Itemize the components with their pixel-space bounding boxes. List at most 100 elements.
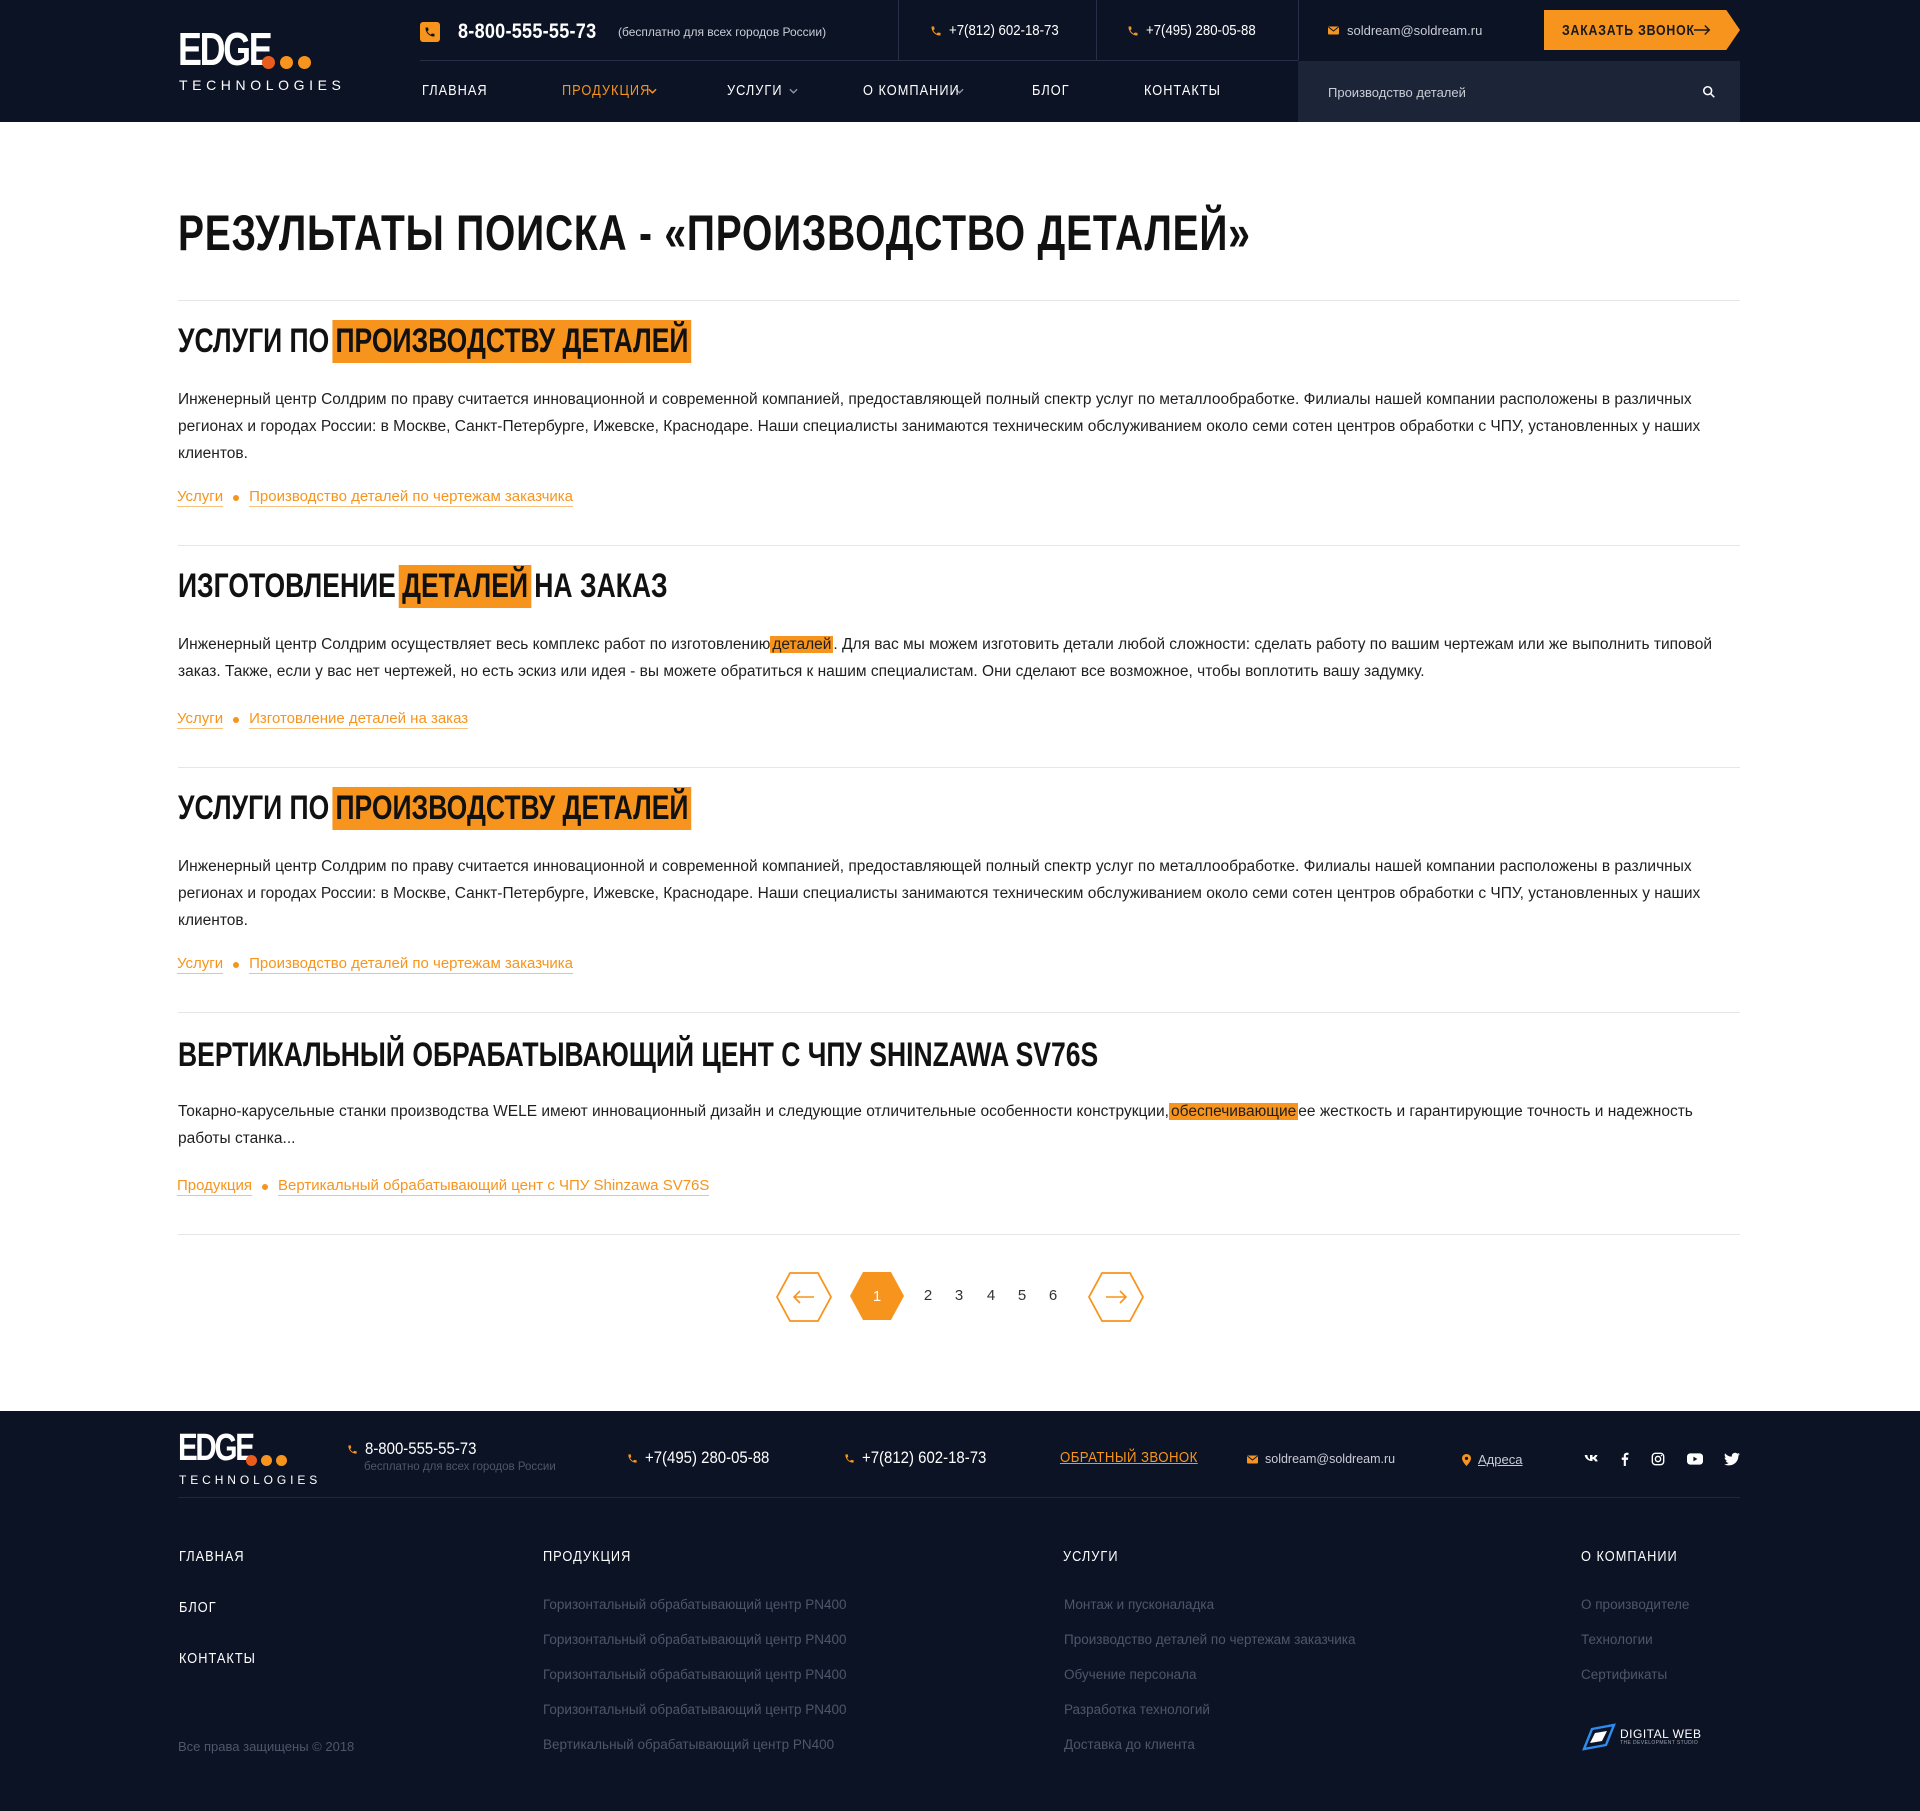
- vk-icon[interactable]: [1584, 1452, 1600, 1466]
- logo[interactable]: EDGE TECHNOLOGIES: [178, 26, 341, 96]
- header-divider-horizontal: [420, 60, 1298, 61]
- prev-page-button[interactable]: [775, 1272, 833, 1322]
- result-breadcrumb: Услуги Производство деталей по чертежам …: [177, 955, 574, 974]
- divider: [178, 545, 1740, 546]
- nav-label: КОНТАКТЫ: [1144, 82, 1221, 99]
- header-divider: [1096, 0, 1097, 60]
- footer-logo[interactable]: EDGE TECHNOLOGIES: [178, 1429, 317, 1489]
- page-link[interactable]: 4: [984, 1287, 998, 1304]
- breadcrumb-link[interactable]: Изготовление деталей на заказ: [249, 710, 469, 729]
- arrow-right-icon: [1694, 24, 1711, 36]
- nav-label: О КОМПАНИИ: [863, 82, 960, 99]
- page-title: РЕЗУЛЬТАТЫ ПОИСКА - «ПРОИЗВОДСТВО ДЕТАЛЕ…: [178, 205, 1251, 261]
- breadcrumb-separator: [233, 961, 240, 968]
- copyright: Все права защищены © 2018: [178, 1739, 355, 1754]
- footer-heading-products[interactable]: ПРОДУКЦИЯ: [543, 1548, 631, 1565]
- page-current[interactable]: 1: [850, 1272, 904, 1320]
- result-title[interactable]: УСЛУГИ ПО ПРОИЗВОДСТВУ ДЕТАЛЕЙ: [178, 787, 695, 830]
- footer-service-link[interactable]: Доставка до клиента: [1064, 1737, 1195, 1752]
- youtube-icon[interactable]: [1687, 1452, 1703, 1466]
- header-email[interactable]: soldream@soldream.ru: [1328, 23, 1482, 38]
- footer-link-home[interactable]: ГЛАВНАЯ: [179, 1548, 245, 1565]
- result-title-text: УСЛУГИ ПО: [178, 789, 330, 827]
- footer-phone-msk[interactable]: +7(495) 280-05-88: [627, 1448, 786, 1468]
- arrow-left-icon: [775, 1272, 833, 1322]
- footer-phone-number: 8-800-555-55-73: [365, 1439, 477, 1458]
- header-phone-spb[interactable]: +7(812) 602-18-73: [930, 22, 1074, 39]
- nav-item-contacts[interactable]: КОНТАКТЫ: [1144, 82, 1235, 99]
- footer-service-link[interactable]: Производство деталей по чертежам заказчи…: [1064, 1632, 1356, 1647]
- footer-service-link[interactable]: Обучение персонала: [1064, 1667, 1197, 1682]
- footer-service-link[interactable]: Разработка технологий: [1064, 1702, 1210, 1717]
- result-title-text: ВЕРТИКАЛЬНЫЙ ОБРАБАТЫВАЮЩИЙ ЦЕНТ С ЧПУ S…: [178, 1036, 1099, 1074]
- result-snippet: Инженерный центр Солдрим по праву считае…: [178, 858, 1701, 929]
- breadcrumb-link[interactable]: Продукция: [177, 1177, 253, 1196]
- footer-callback-link[interactable]: ОБРАТНЫЙ ЗВОНОК: [1060, 1449, 1217, 1466]
- footer-main-phone[interactable]: 8-800-555-55-73: [347, 1439, 492, 1459]
- nav-label: БЛОГ: [1032, 82, 1070, 99]
- main-phone-note: (бесплатно для всех городов России): [618, 25, 827, 39]
- footer-product-link[interactable]: Вертикальный обрабатывающий центр PN400: [543, 1737, 834, 1752]
- footer-product-link[interactable]: Горизонтальный обрабатывающий центр PN40…: [543, 1667, 847, 1682]
- breadcrumb-link[interactable]: Услуги: [177, 955, 224, 974]
- order-call-button[interactable]: ЗАКАЗАТЬ ЗВОНОК: [1544, 10, 1740, 50]
- twitter-icon[interactable]: [1724, 1452, 1740, 1466]
- nav-item-blog[interactable]: БЛОГ: [1032, 82, 1076, 99]
- breadcrumb-link[interactable]: Вертикальный обрабатывающий цент с ЧПУ S…: [278, 1177, 710, 1196]
- site-footer: EDGE TECHNOLOGIES 8-800-555-55-73 беспла…: [0, 1411, 1920, 1811]
- search-icon[interactable]: [1702, 85, 1716, 99]
- breadcrumb-link[interactable]: Услуги: [177, 710, 224, 729]
- footer-product-link[interactable]: Горизонтальный обрабатывающий центр PN40…: [543, 1702, 847, 1717]
- developer-logo[interactable]: DIGITAL WEB THE DEVELOPMENT STUDIO: [1580, 1723, 1702, 1751]
- search-input[interactable]: [1328, 82, 1688, 102]
- footer-about-link[interactable]: О производителе: [1581, 1597, 1689, 1612]
- result-title-highlight: ПРОИЗВОДСТВУ ДЕТАЛЕЙ: [332, 787, 692, 830]
- footer-email[interactable]: soldream@soldream.ru: [1247, 1452, 1395, 1466]
- site-header: EDGE TECHNOLOGIES 8-800-555-55-73 (беспл…: [0, 0, 1920, 122]
- page-link[interactable]: 2: [921, 1287, 935, 1304]
- header-phone-msk[interactable]: +7(495) 280-05-88: [1127, 22, 1271, 39]
- footer-product-link[interactable]: Горизонтальный обрабатывающий центр PN40…: [543, 1597, 847, 1612]
- nav-item-home[interactable]: ГЛАВНАЯ: [422, 82, 499, 99]
- facebook-icon[interactable]: [1617, 1452, 1633, 1466]
- phone-icon: [348, 1444, 357, 1454]
- footer-address-link[interactable]: Адреса: [1462, 1452, 1522, 1467]
- footer-about-link[interactable]: Сертификаты: [1581, 1667, 1667, 1682]
- footer-about-link[interactable]: Технологии: [1581, 1632, 1653, 1647]
- address-label: Адреса: [1478, 1452, 1523, 1467]
- phone-icon: [931, 26, 941, 35]
- nav-item-about[interactable]: О КОМПАНИИ: [863, 82, 964, 99]
- footer-phone-spb[interactable]: +7(812) 602-18-73: [844, 1448, 1003, 1468]
- footer-heading-services[interactable]: УСЛУГИ: [1063, 1548, 1119, 1565]
- page-link[interactable]: 5: [1015, 1287, 1029, 1304]
- nav-item-services[interactable]: УСЛУГИ: [727, 82, 798, 99]
- footer-email-text: soldream@soldream.ru: [1265, 1452, 1396, 1466]
- footer-phone-number: +7(495) 280-05-88: [645, 1448, 770, 1467]
- result-title-text: УСЛУГИ ПО: [178, 322, 330, 360]
- footer-link-blog[interactable]: БЛОГ: [179, 1599, 217, 1616]
- breadcrumb-link[interactable]: Производство деталей по чертежам заказчи…: [249, 488, 574, 507]
- footer-service-link[interactable]: Монтаж и пусконаладка: [1064, 1597, 1214, 1612]
- result-title[interactable]: ВЕРТИКАЛЬНЫЙ ОБРАБАТЫВАЮЩИЙ ЦЕНТ С ЧПУ S…: [178, 1036, 1098, 1075]
- page-link[interactable]: 3: [952, 1287, 966, 1304]
- footer-heading-about[interactable]: О КОМПАНИИ: [1581, 1548, 1678, 1565]
- footer-link-contacts[interactable]: КОНТАКТЫ: [179, 1650, 256, 1667]
- phone-spb-number: +7(812) 602-18-73: [949, 22, 1059, 39]
- footer-product-link[interactable]: Горизонтальный обрабатывающий центр PN40…: [543, 1632, 847, 1647]
- breadcrumb-link[interactable]: Услуги: [177, 488, 224, 507]
- logo-subtitle: TECHNOLOGIES: [179, 1473, 322, 1487]
- result-title[interactable]: ИЗГОТОВЛЕНИЕ ДЕТАЛЕЙ НА ЗАКАЗ: [178, 565, 668, 608]
- result-title-text: НА ЗАКАЗ: [534, 567, 668, 605]
- phone-msk-number: +7(495) 280-05-88: [1146, 22, 1256, 39]
- header-main-phone[interactable]: 8-800-555-55-73 (бесплатно для всех горо…: [420, 20, 826, 44]
- next-page-button[interactable]: [1087, 1272, 1145, 1322]
- result-snippet: Инженерный центр Солдрим по праву считае…: [178, 391, 1701, 462]
- instagram-icon[interactable]: [1650, 1452, 1666, 1466]
- nav-item-products[interactable]: ПРОДУКЦИЯ: [562, 82, 657, 99]
- page-link[interactable]: 6: [1046, 1287, 1060, 1304]
- order-call-label: ЗАКАЗАТЬ ЗВОНОК: [1562, 21, 1695, 39]
- result-title[interactable]: УСЛУГИ ПО ПРОИЗВОДСТВУ ДЕТАЛЕЙ: [178, 320, 695, 363]
- logo-dots: [246, 1455, 287, 1466]
- main-phone-number[interactable]: 8-800-555-55-73: [458, 20, 596, 44]
- breadcrumb-link[interactable]: Производство деталей по чертежам заказчи…: [249, 955, 574, 974]
